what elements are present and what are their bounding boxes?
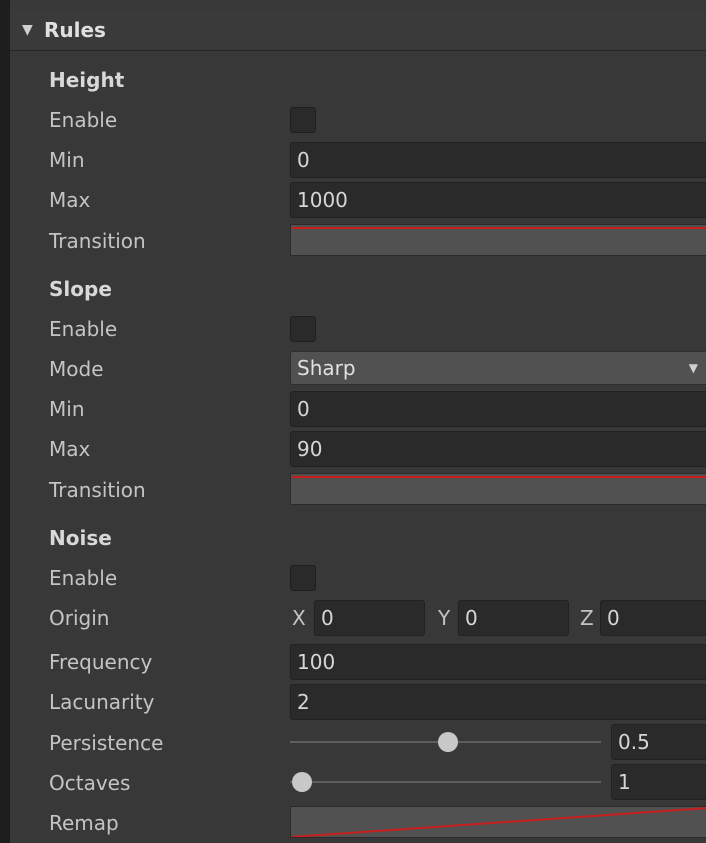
slope-enable-label: Enable — [49, 317, 118, 341]
height-enable-label: Enable — [49, 108, 118, 132]
height-max-field[interactable]: 1000 — [290, 182, 706, 218]
slope-max-field[interactable]: 90 — [290, 431, 706, 467]
slope-min-field[interactable]: 0 — [290, 391, 706, 427]
height-min-label: Min — [49, 148, 85, 172]
height-enable-checkbox[interactable] — [290, 107, 316, 133]
slope-mode-value: Sharp — [297, 356, 356, 380]
slope-transition-label: Transition — [49, 478, 146, 502]
noise-origin-label: Origin — [49, 606, 110, 630]
origin-x-field[interactable]: 0 — [314, 600, 425, 636]
caret-down-icon: ▼ — [688, 361, 698, 375]
rules-foldout-header[interactable]: ▼ Rules — [10, 10, 706, 51]
noise-enable-label: Enable — [49, 566, 118, 590]
slope-mode-label: Mode — [49, 357, 104, 381]
octaves-slider-thumb[interactable] — [292, 772, 312, 792]
slope-transition-curve-line — [291, 476, 706, 478]
slope-min-label: Min — [49, 397, 85, 421]
height-max-label: Max — [49, 188, 91, 212]
noise-remap-curve-line — [291, 807, 706, 837]
origin-z-field[interactable]: 0 — [600, 600, 706, 636]
height-section-title: Height — [49, 68, 125, 92]
noise-remap-curve[interactable] — [290, 806, 706, 838]
origin-y-field[interactable]: 0 — [458, 600, 569, 636]
slope-transition-curve[interactable] — [290, 473, 706, 505]
noise-lacunarity-field[interactable]: 2 — [290, 684, 706, 720]
slope-max-label: Max — [49, 437, 91, 461]
noise-frequency-field[interactable]: 100 — [290, 644, 706, 680]
origin-x-label: X — [292, 606, 306, 630]
height-transition-label: Transition — [49, 229, 146, 253]
octaves-field[interactable]: 1 — [611, 764, 706, 800]
octaves-slider-track[interactable] — [290, 781, 601, 783]
origin-z-label: Z — [580, 606, 594, 630]
slope-section-title: Slope — [49, 277, 112, 301]
persistence-field[interactable]: 0.5 — [611, 724, 706, 760]
noise-section-title: Noise — [49, 526, 112, 550]
height-transition-curve[interactable] — [290, 224, 706, 256]
height-min-field[interactable]: 0 — [290, 142, 706, 178]
slope-mode-dropdown[interactable]: Sharp ▼ — [290, 351, 706, 385]
noise-remap-label: Remap — [49, 811, 119, 835]
noise-lacunarity-label: Lacunarity — [49, 690, 155, 714]
height-transition-curve-line — [291, 227, 706, 229]
window-edge — [0, 0, 10, 843]
noise-octaves-label: Octaves — [49, 771, 131, 795]
persistence-slider-thumb[interactable] — [437, 732, 458, 752]
rules-title: Rules — [44, 18, 106, 42]
noise-enable-checkbox[interactable] — [290, 565, 316, 591]
slope-enable-checkbox[interactable] — [290, 316, 316, 342]
foldout-triangle-icon[interactable]: ▼ — [22, 22, 36, 38]
noise-persistence-label: Persistence — [49, 731, 164, 755]
noise-frequency-label: Frequency — [49, 650, 153, 674]
origin-y-label: Y — [438, 606, 451, 630]
